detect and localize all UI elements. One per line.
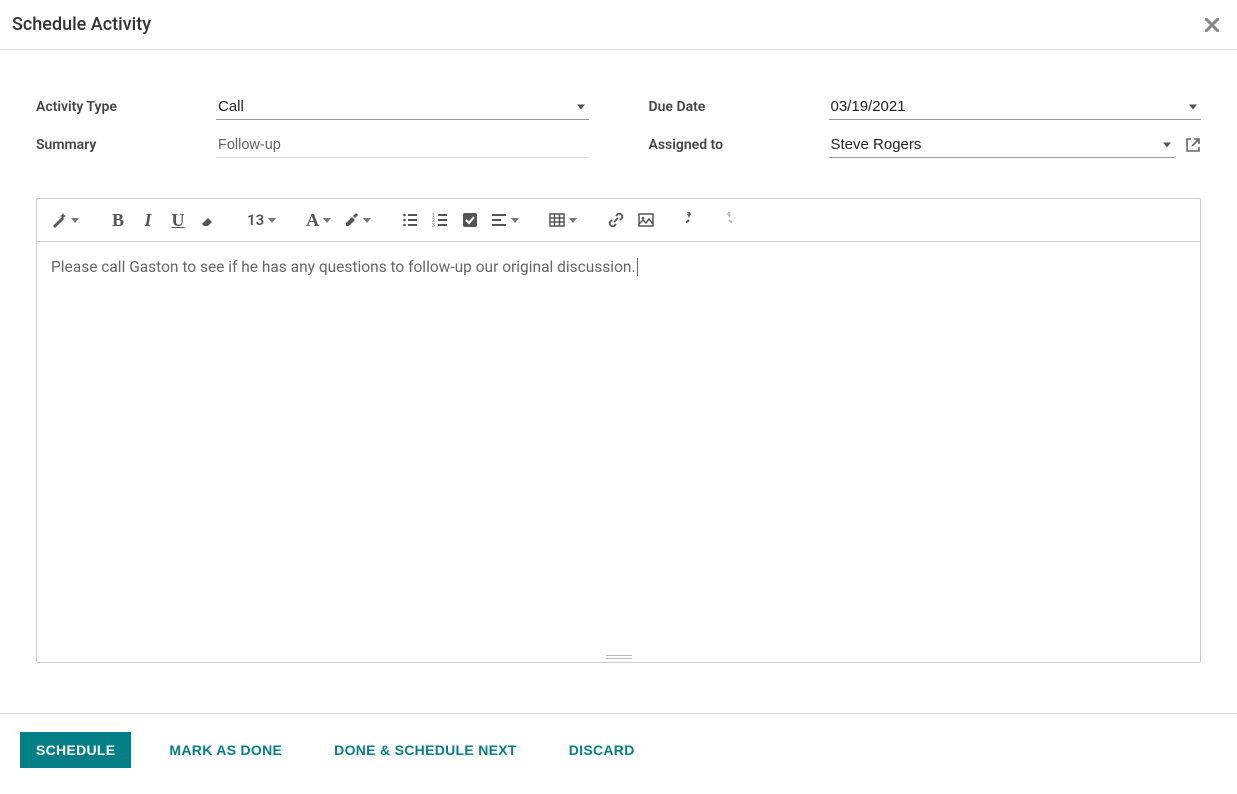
eraser-icon <box>200 212 216 228</box>
checklist-button[interactable] <box>455 205 485 235</box>
external-link-button[interactable] <box>1185 137 1201 153</box>
chevron-down-icon <box>569 218 577 223</box>
assigned-to-row: Assigned to <box>649 126 1202 164</box>
underline-icon: U <box>172 210 185 231</box>
close-icon <box>1205 18 1219 32</box>
modal-footer: SCHEDULE MARK AS DONE DONE & SCHEDULE NE… <box>0 713 1237 786</box>
schedule-button[interactable]: SCHEDULE <box>20 732 131 768</box>
due-date-input[interactable] <box>829 94 1202 120</box>
summary-input[interactable] <box>216 133 589 158</box>
activity-type-select[interactable] <box>216 94 589 120</box>
ordered-list-button[interactable]: 123 <box>425 205 455 235</box>
highlight-button[interactable] <box>337 205 377 235</box>
chevron-down-icon <box>71 218 79 223</box>
link-icon <box>608 212 624 228</box>
dropdown-caret-icon[interactable] <box>1163 143 1171 148</box>
redo-button[interactable] <box>709 205 739 235</box>
editor-content-area[interactable]: Please call Gaston to see if he has any … <box>37 242 1200 652</box>
chevron-down-icon <box>268 218 276 223</box>
undo-button[interactable] <box>679 205 709 235</box>
due-date-row: Due Date <box>649 88 1202 126</box>
font-icon: A <box>306 210 319 231</box>
align-icon <box>491 212 507 228</box>
bold-button[interactable]: B <box>103 205 133 235</box>
italic-icon: I <box>144 210 151 231</box>
chevron-down-icon <box>511 218 519 223</box>
table-icon <box>549 212 565 228</box>
underline-button[interactable]: U <box>163 205 193 235</box>
dropdown-caret-icon[interactable] <box>577 105 585 110</box>
dropdown-caret-icon[interactable] <box>1189 105 1197 110</box>
align-button[interactable] <box>485 205 525 235</box>
close-button[interactable] <box>1199 18 1225 32</box>
magic-wand-button[interactable] <box>45 205 85 235</box>
summary-field-wrap <box>216 133 589 158</box>
external-link-icon <box>1185 137 1201 153</box>
rich-text-editor: B I U 13 A <box>36 198 1201 663</box>
undo-icon <box>686 212 702 228</box>
modal-body: Activity Type Due Date Summary <box>0 50 1237 673</box>
bold-icon: B <box>112 210 124 231</box>
form-grid: Activity Type Due Date Summary <box>36 88 1201 164</box>
image-icon <box>638 212 654 228</box>
svg-text:3: 3 <box>432 223 435 228</box>
link-button[interactable] <box>601 205 631 235</box>
text-cursor <box>637 258 638 276</box>
discard-button[interactable]: DISCARD <box>555 732 649 768</box>
assigned-to-field-wrap <box>829 132 1202 158</box>
resize-grip-icon <box>606 655 632 659</box>
schedule-activity-modal: Schedule Activity Activity Type Due Date <box>0 0 1237 786</box>
font-size-button[interactable]: 13 <box>241 205 282 235</box>
checklist-icon <box>462 212 478 228</box>
image-button[interactable] <box>631 205 661 235</box>
due-date-field-wrap <box>829 94 1202 120</box>
assigned-to-select[interactable] <box>829 132 1176 158</box>
font-color-button[interactable]: A <box>300 205 337 235</box>
done-schedule-next-button[interactable]: DONE & SCHEDULE NEXT <box>320 732 531 768</box>
italic-button[interactable]: I <box>133 205 163 235</box>
editor-resize-handle[interactable] <box>37 652 1200 662</box>
ordered-list-icon: 123 <box>432 212 448 228</box>
due-date-label: Due Date <box>649 99 829 115</box>
activity-type-row: Activity Type <box>36 88 589 126</box>
unordered-list-button[interactable] <box>395 205 425 235</box>
summary-row: Summary <box>36 126 589 164</box>
mark-as-done-button[interactable]: MARK AS DONE <box>155 732 296 768</box>
activity-type-label: Activity Type <box>36 99 216 115</box>
table-button[interactable] <box>543 205 583 235</box>
redo-icon <box>716 212 732 228</box>
editor-toolbar: B I U 13 A <box>37 199 1200 242</box>
modal-header: Schedule Activity <box>0 0 1237 50</box>
summary-label: Summary <box>36 137 216 153</box>
editor-text: Please call Gaston to see if he has any … <box>51 258 636 276</box>
chevron-down-icon <box>323 218 331 223</box>
eraser-button[interactable] <box>193 205 223 235</box>
font-size-value: 13 <box>247 211 264 229</box>
activity-type-field-wrap <box>216 94 589 120</box>
assigned-to-label: Assigned to <box>649 137 829 153</box>
magic-wand-icon <box>51 212 67 228</box>
chevron-down-icon <box>363 218 371 223</box>
modal-title: Schedule Activity <box>12 14 151 35</box>
highlight-icon <box>343 212 359 228</box>
unordered-list-icon <box>402 212 418 228</box>
